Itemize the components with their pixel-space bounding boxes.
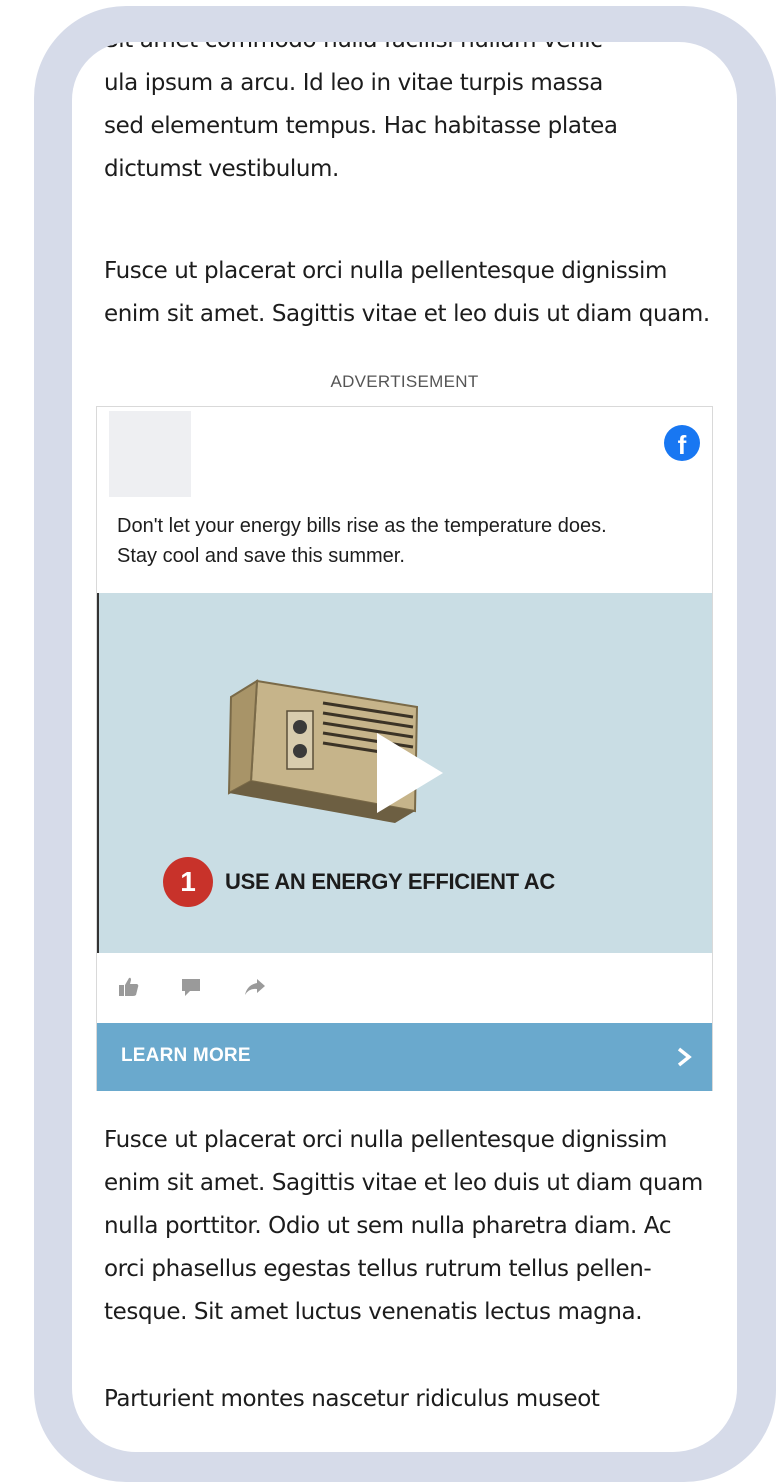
article-line: Parturient montes nascetur ridiculus mus… (104, 1386, 600, 1412)
ad-copy-text: Don't let your energy bills rise as the … (117, 511, 697, 571)
facebook-icon[interactable]: f (664, 425, 700, 461)
learn-more-button[interactable]: LEARN MORE (97, 1023, 712, 1091)
article-paragraph: Parturient montes nascetur ridiculus mus… (104, 1378, 714, 1421)
advertiser-avatar[interactable] (109, 411, 191, 497)
play-icon[interactable] (377, 733, 443, 813)
article-paragraph: Fusce ut placerat orci nulla pellentesqu… (104, 250, 714, 336)
facebook-ad-card[interactable]: f Don't let your energy bills rise as th… (96, 406, 713, 1091)
ad-copy-line: Stay cool and save this summer. (117, 545, 405, 567)
article-line: nulla porttitor. Odio ut sem nulla phare… (104, 1213, 672, 1239)
article-line: ula ipsum a arcu. Id leo in vitae turpis… (104, 70, 603, 96)
comment-icon[interactable] (179, 975, 203, 999)
article-line: dictumst vestibulum. (104, 156, 339, 182)
article-line: tesque. Sit amet luctus venenatis lectus… (104, 1299, 643, 1325)
video-step-title: USE AN ENERGY EFFICIENT AC (225, 869, 555, 894)
article-line: enim sit amet. Sagittis vitae et leo dui… (104, 1170, 703, 1196)
article-line: Sit amet commodo nulla facilisi nullam v… (104, 42, 714, 62)
advertisement-label: ADVERTISEMENT (330, 372, 479, 391)
like-icon[interactable] (117, 975, 141, 999)
article-line: sed elementum tempus. Hac habitasse plat… (104, 113, 618, 139)
article-line: Fusce ut placerat orci nulla pellentesqu… (104, 1127, 667, 1153)
step-number-badge: 1 (163, 857, 213, 907)
share-icon[interactable] (243, 975, 267, 999)
ad-copy-line: Don't let your energy bills rise as the … (117, 515, 607, 537)
chevron-right-icon (677, 1047, 692, 1067)
reaction-bar (97, 953, 712, 1023)
learn-more-label: LEARN MORE (121, 1045, 251, 1066)
article-paragraph: Fusce ut placerat orci nulla pellentesqu… (104, 1119, 714, 1334)
article-line: Fusce ut placerat orci nulla pellentesqu… (104, 258, 667, 284)
phone-screen: Sit amet commodo nulla facilisi nullam v… (72, 42, 737, 1452)
article-paragraph: Sit amet commodo nulla facilisi nullam v… (104, 42, 714, 191)
article-line: orci phasellus egestas tellus rutrum tel… (104, 1256, 652, 1282)
ad-video[interactable]: 1 USE AN ENERGY EFFICIENT AC (97, 593, 712, 953)
article-line: enim sit amet. Sagittis vitae et leo dui… (104, 301, 710, 327)
